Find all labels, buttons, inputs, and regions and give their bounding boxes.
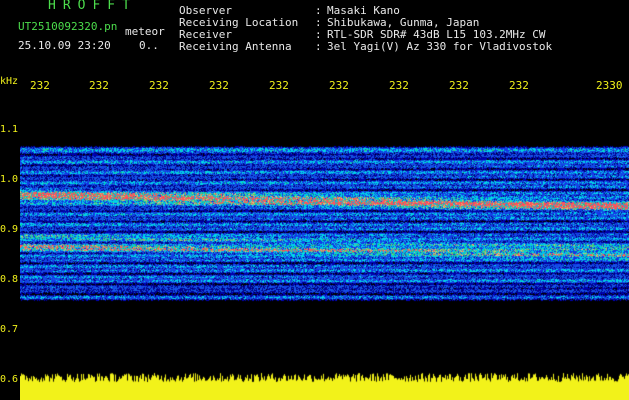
- datetime-text: 25.10.09 23:20: [18, 39, 111, 52]
- observation-type: meteor: [125, 25, 165, 38]
- filename-text: UT2510092320.pn: [18, 20, 118, 33]
- y-tick-label: 0.6: [0, 374, 19, 385]
- y-tick-label: 0.9: [0, 224, 19, 235]
- x-tick-label: 232: [209, 79, 229, 92]
- x-tick-label: 232: [269, 79, 289, 92]
- x-tick-label: 232: [509, 79, 529, 92]
- y-tick-label: 1.1: [0, 124, 19, 135]
- antenna-value: 3el Yagi(V) Az 330 for Vladivostok: [327, 40, 553, 53]
- antenna-colon: :: [315, 40, 322, 53]
- x-tick-label: 2330: [596, 79, 623, 92]
- x-tick-label: 232: [329, 79, 349, 92]
- x-tick-label: 232: [449, 79, 469, 92]
- count-text: 0..: [139, 39, 159, 52]
- antenna-label: Receiving Antenna: [179, 40, 292, 53]
- x-tick-label: 232: [149, 79, 169, 92]
- x-tick-label: 232: [30, 79, 50, 92]
- x-tick-label: 232: [89, 79, 109, 92]
- x-tick-label: 232: [389, 79, 409, 92]
- y-tick-label: 0.8: [0, 274, 19, 285]
- unit-label: kHz: [0, 76, 19, 87]
- y-tick-label: 1.0: [0, 174, 19, 185]
- spectrogram-canvas: [20, 97, 629, 400]
- app-title: HROFFT: [48, 0, 137, 13]
- y-tick-label: 0.7: [0, 324, 19, 335]
